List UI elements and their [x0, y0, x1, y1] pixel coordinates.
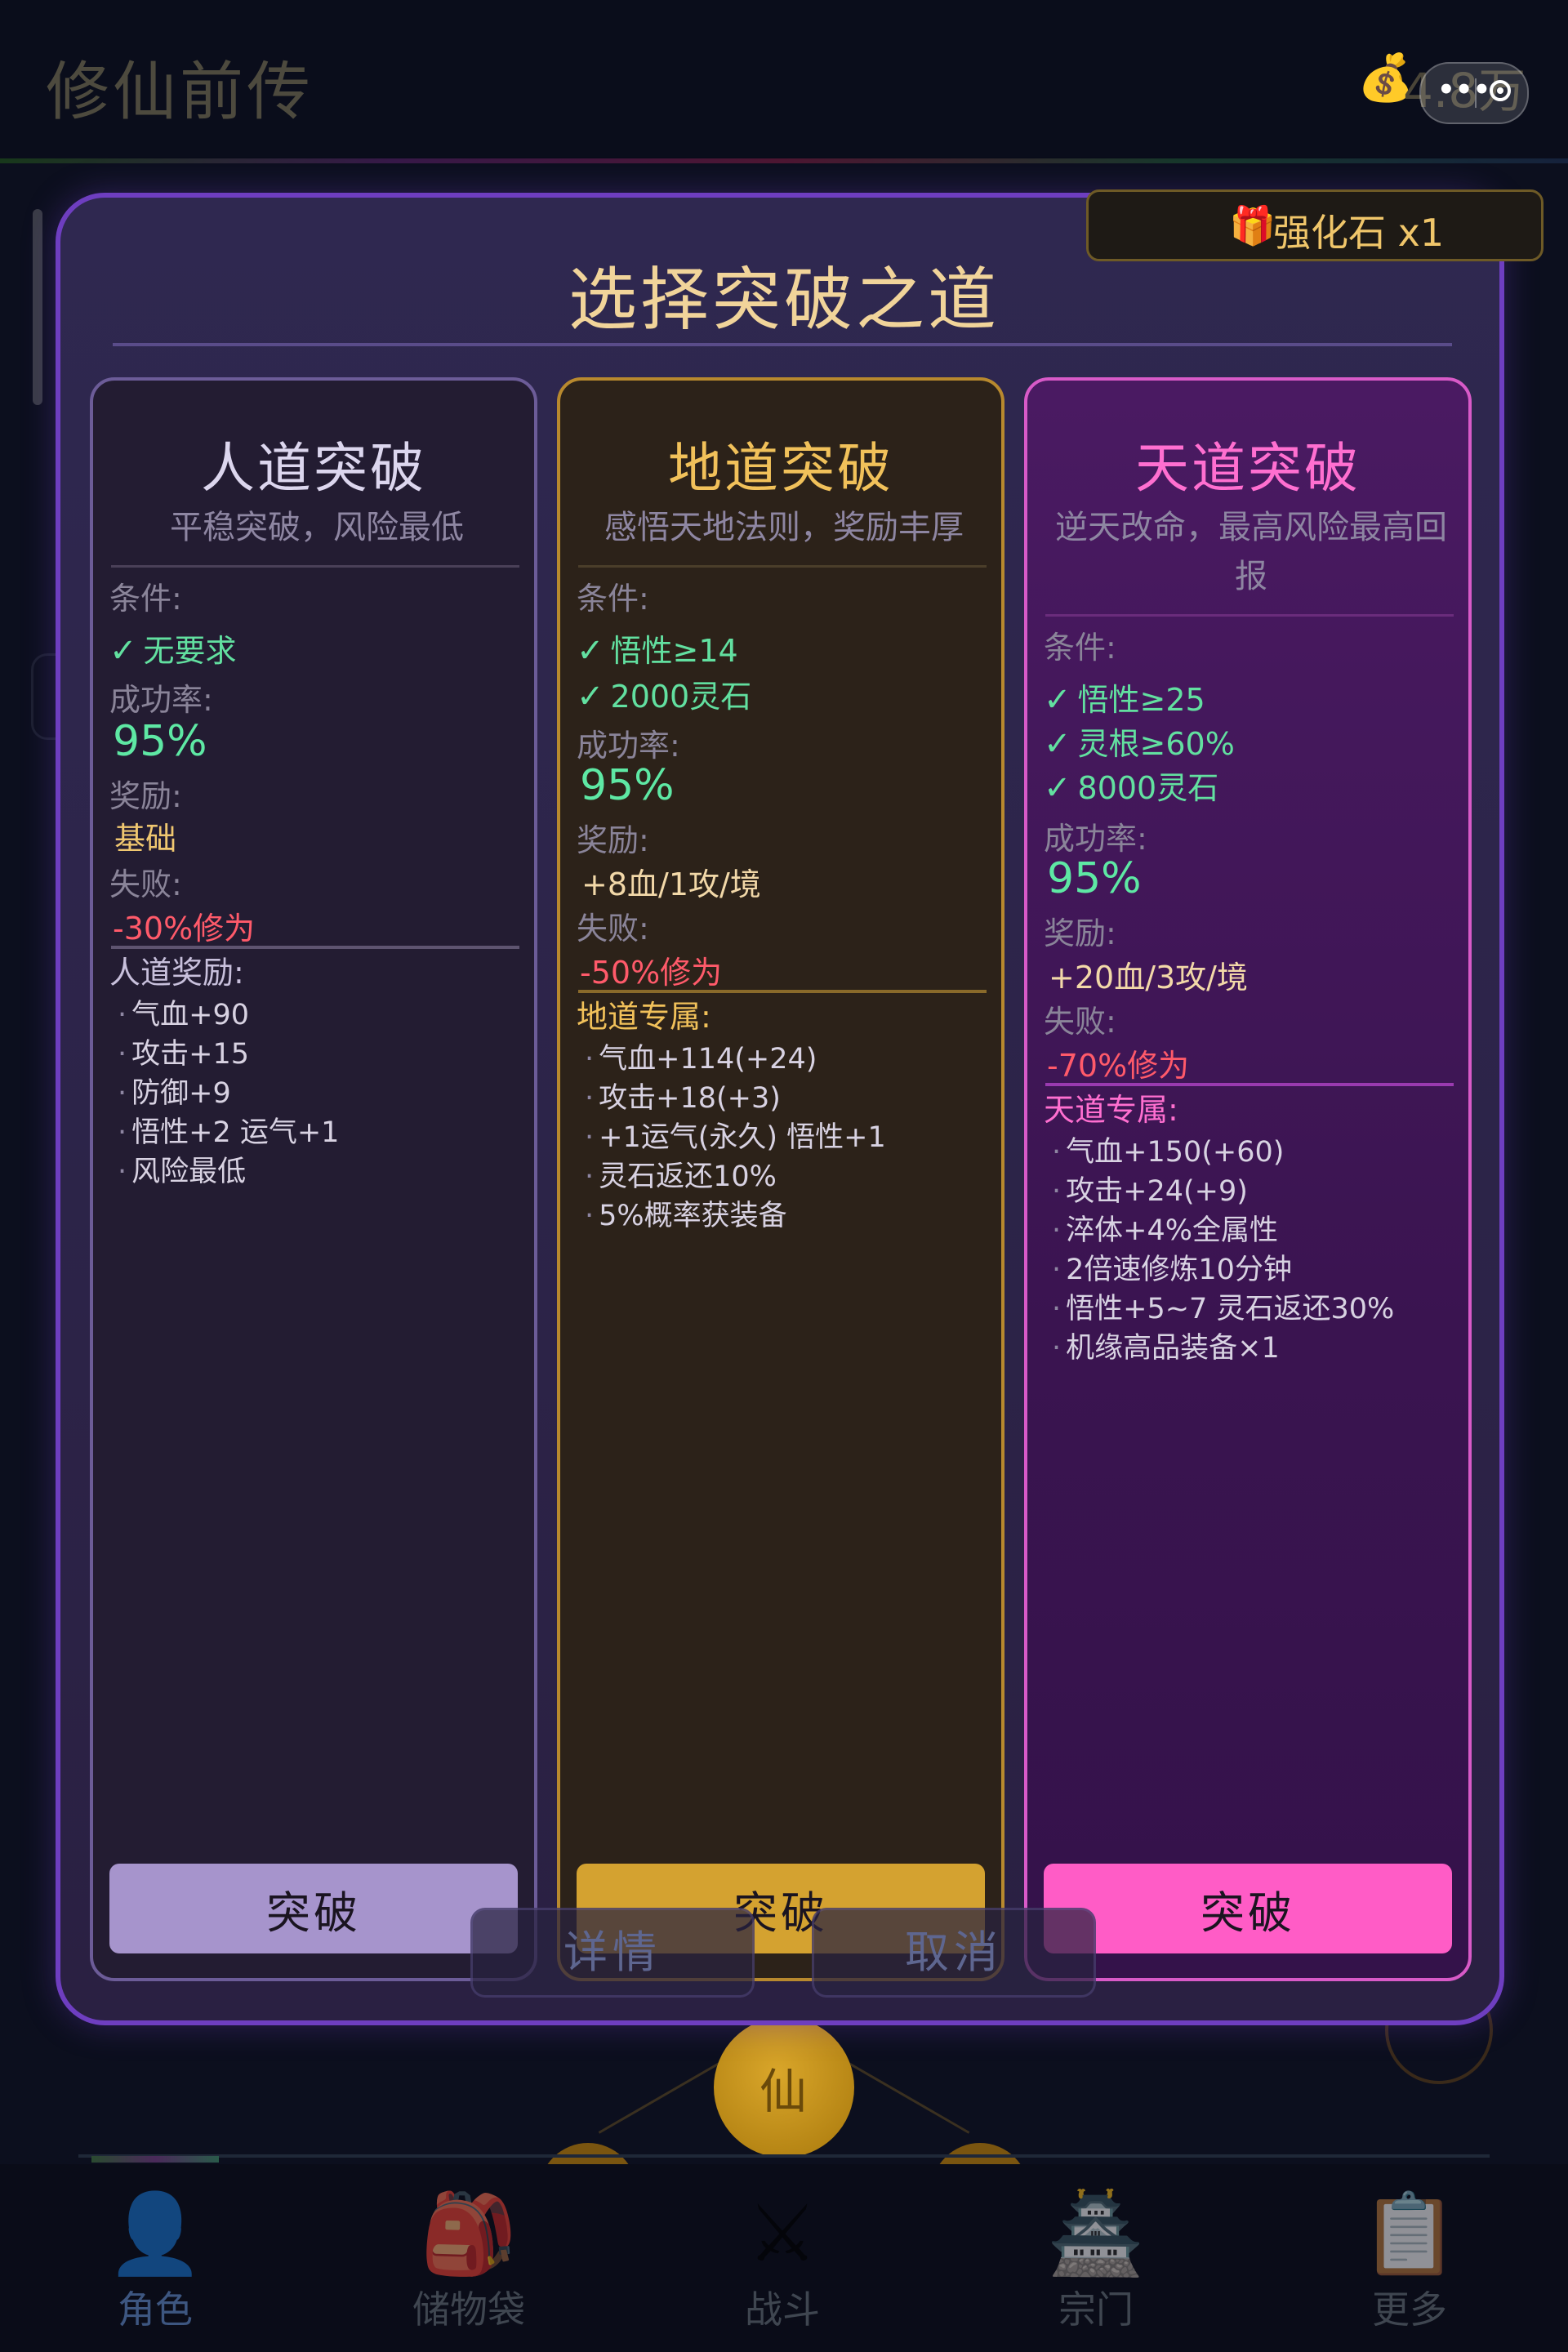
- fail-label: 失败:: [109, 866, 182, 902]
- bottom-divider: [78, 2154, 1490, 2158]
- check-icon: ✓: [1044, 681, 1071, 719]
- card-subtitle: 逆天改命，最高风险最高回 报: [1055, 509, 1447, 595]
- condition-label: 条件:: [109, 581, 182, 617]
- title-divider: [113, 343, 1452, 346]
- bonus-item: · +1运气(永久) 悟性+1: [585, 1121, 886, 1154]
- card-title: 人道突破: [201, 437, 426, 500]
- capsule-divider: [1475, 78, 1477, 108]
- check-icon: ✓: [109, 632, 137, 670]
- cancel-button[interactable]: 取消: [812, 1908, 1096, 1998]
- tab-label: 宗门: [1058, 2287, 1134, 2332]
- backpack-icon: 🎒: [420, 2188, 518, 2279]
- fail-penalty: -30%修为: [113, 911, 256, 947]
- earth-path-card: 地道突破 感悟天地法则，奖励丰厚 条件: ✓ 悟性≥14 ✓ 2000灵石 成功率:…: [557, 377, 1004, 1981]
- tab-sect[interactable]: 🏯 宗门: [1006, 2189, 1186, 2334]
- bonus-item: · 攻击+15: [118, 1038, 250, 1071]
- card-divider: [1045, 614, 1454, 617]
- rate-label: 成功率:: [577, 728, 680, 764]
- bonus-title: 人道奖励:: [109, 955, 244, 991]
- person-icon: 👤: [106, 2188, 204, 2279]
- bonus-item: · 灵石返还10%: [585, 1160, 777, 1193]
- clipboard-icon: 📋: [1361, 2188, 1459, 2279]
- fail-penalty: -70%修为: [1047, 1048, 1190, 1084]
- condition-item: ✓ 2000灵石: [577, 678, 752, 715]
- human-path-card: 人道突破 平稳突破，风险最低 条件: ✓ 无要求 成功率: 95% 奖励: 基础 …: [90, 377, 537, 1981]
- bonus-item: · 淬体+4%全属性: [1052, 1214, 1278, 1247]
- check-icon: ✓: [1044, 769, 1071, 807]
- top-bar: 修仙前传 💰 4.8万 •••: [0, 0, 1568, 160]
- tab-label: 更多: [1372, 2287, 1447, 2332]
- bonus-item: · 气血+90: [118, 999, 250, 1031]
- bonus-item: · 防御+9: [118, 1077, 231, 1110]
- bonus-item: · 气血+150(+60): [1052, 1136, 1285, 1169]
- tab-label: 战斗: [745, 2287, 820, 2332]
- bonus-item: · 机缘高品装备×1: [1052, 1332, 1280, 1365]
- mini-program-capsule[interactable]: •••: [1419, 62, 1529, 124]
- card-subtitle: 平稳突破，风险最低: [170, 509, 464, 546]
- condition-label: 条件:: [577, 581, 649, 617]
- reward-value: +8血/1攻/境: [581, 866, 761, 902]
- bonus-item: · 风险最低: [118, 1156, 247, 1188]
- check-icon: ✓: [1044, 725, 1071, 763]
- tab-more[interactable]: 📋 更多: [1320, 2189, 1499, 2334]
- more-dots-icon[interactable]: •••: [1437, 74, 1490, 106]
- card-title: 地道突破: [668, 437, 893, 500]
- bonus-item: · 5%概率获装备: [585, 1200, 787, 1232]
- bonus-item: · 攻击+24(+9): [1052, 1175, 1248, 1208]
- heaven-breakthrough-button[interactable]: 突破: [1044, 1864, 1452, 1953]
- check-icon: ✓: [577, 632, 604, 670]
- bonus-item: · 悟性+5~7 灵石返还30%: [1052, 1293, 1395, 1325]
- pagoda-icon: 🏯: [1047, 2188, 1145, 2279]
- fail-label: 失败:: [577, 911, 649, 947]
- gift-icon: 🎁: [1229, 203, 1276, 247]
- condition-label: 条件:: [1044, 630, 1116, 666]
- reinforce-stone-badge: 🎁 强化石 x1: [1086, 189, 1544, 261]
- rate-label: 成功率:: [109, 682, 213, 718]
- condition-item: ✓ 无要求: [109, 632, 237, 670]
- bottom-divider-accent: [91, 2156, 219, 2163]
- condition-item: ✓ 8000灵石: [1044, 769, 1219, 807]
- app-title: 修仙前传: [46, 56, 314, 129]
- check-icon: ✓: [577, 678, 604, 715]
- card-divider: [111, 565, 519, 568]
- badge-label: 强化石 x1: [1273, 211, 1445, 255]
- bonus-title: 天道专属:: [1044, 1092, 1178, 1128]
- heaven-path-card: 天道突破 逆天改命，最高风险最高回 报 条件: ✓ 悟性≥25 ✓ 灵根≥60% ✓…: [1024, 377, 1472, 1981]
- details-button[interactable]: 详情: [470, 1908, 755, 1998]
- card-subtitle: 感悟天地法则，奖励丰厚: [604, 509, 964, 546]
- card-title: 天道突破: [1135, 437, 1361, 500]
- immortal-glyph: 仙: [760, 2064, 808, 2119]
- bonus-item: · 悟性+2 运气+1: [118, 1116, 340, 1149]
- success-rate: 95%: [1047, 854, 1142, 903]
- condition-item: ✓ 悟性≥14: [577, 632, 738, 670]
- bonus-item: · 气血+114(+24): [585, 1043, 817, 1076]
- bonus-title: 地道专属:: [577, 999, 711, 1035]
- background-immortal-node: 仙: [714, 2017, 854, 2158]
- reward-label: 奖励:: [577, 822, 649, 858]
- crossed-swords-icon: ⚔: [746, 2188, 818, 2279]
- tab-character[interactable]: 👤 角色: [65, 2189, 245, 2334]
- close-target-icon[interactable]: [1490, 80, 1511, 101]
- bonus-item: · 攻击+18(+3): [585, 1082, 781, 1115]
- tab-storage-bag[interactable]: 🎒 储物袋: [379, 2189, 559, 2334]
- condition-item: ✓ 灵根≥60%: [1044, 725, 1235, 763]
- fail-penalty: -50%修为: [580, 955, 723, 991]
- tab-label: 储物袋: [412, 2287, 525, 2332]
- bonus-item: · 2倍速修炼10分钟: [1052, 1254, 1292, 1286]
- success-rate: 95%: [580, 761, 675, 810]
- rate-label: 成功率:: [1044, 821, 1147, 857]
- fail-label: 失败:: [1044, 1004, 1116, 1040]
- tab-battle[interactable]: ⚔ 战斗: [693, 2189, 872, 2334]
- success-rate: 95%: [113, 717, 207, 766]
- header-divider: [0, 158, 1568, 163]
- reward-label: 奖励:: [109, 778, 182, 814]
- condition-item: ✓ 悟性≥25: [1044, 681, 1205, 719]
- reward-value: +20血/3攻/境: [1049, 960, 1248, 996]
- reward-label: 奖励:: [1044, 915, 1116, 951]
- human-breakthrough-button[interactable]: 突破: [109, 1864, 518, 1953]
- reward-value: 基础: [114, 821, 177, 857]
- tab-label: 角色: [118, 2287, 193, 2332]
- card-divider: [578, 565, 987, 568]
